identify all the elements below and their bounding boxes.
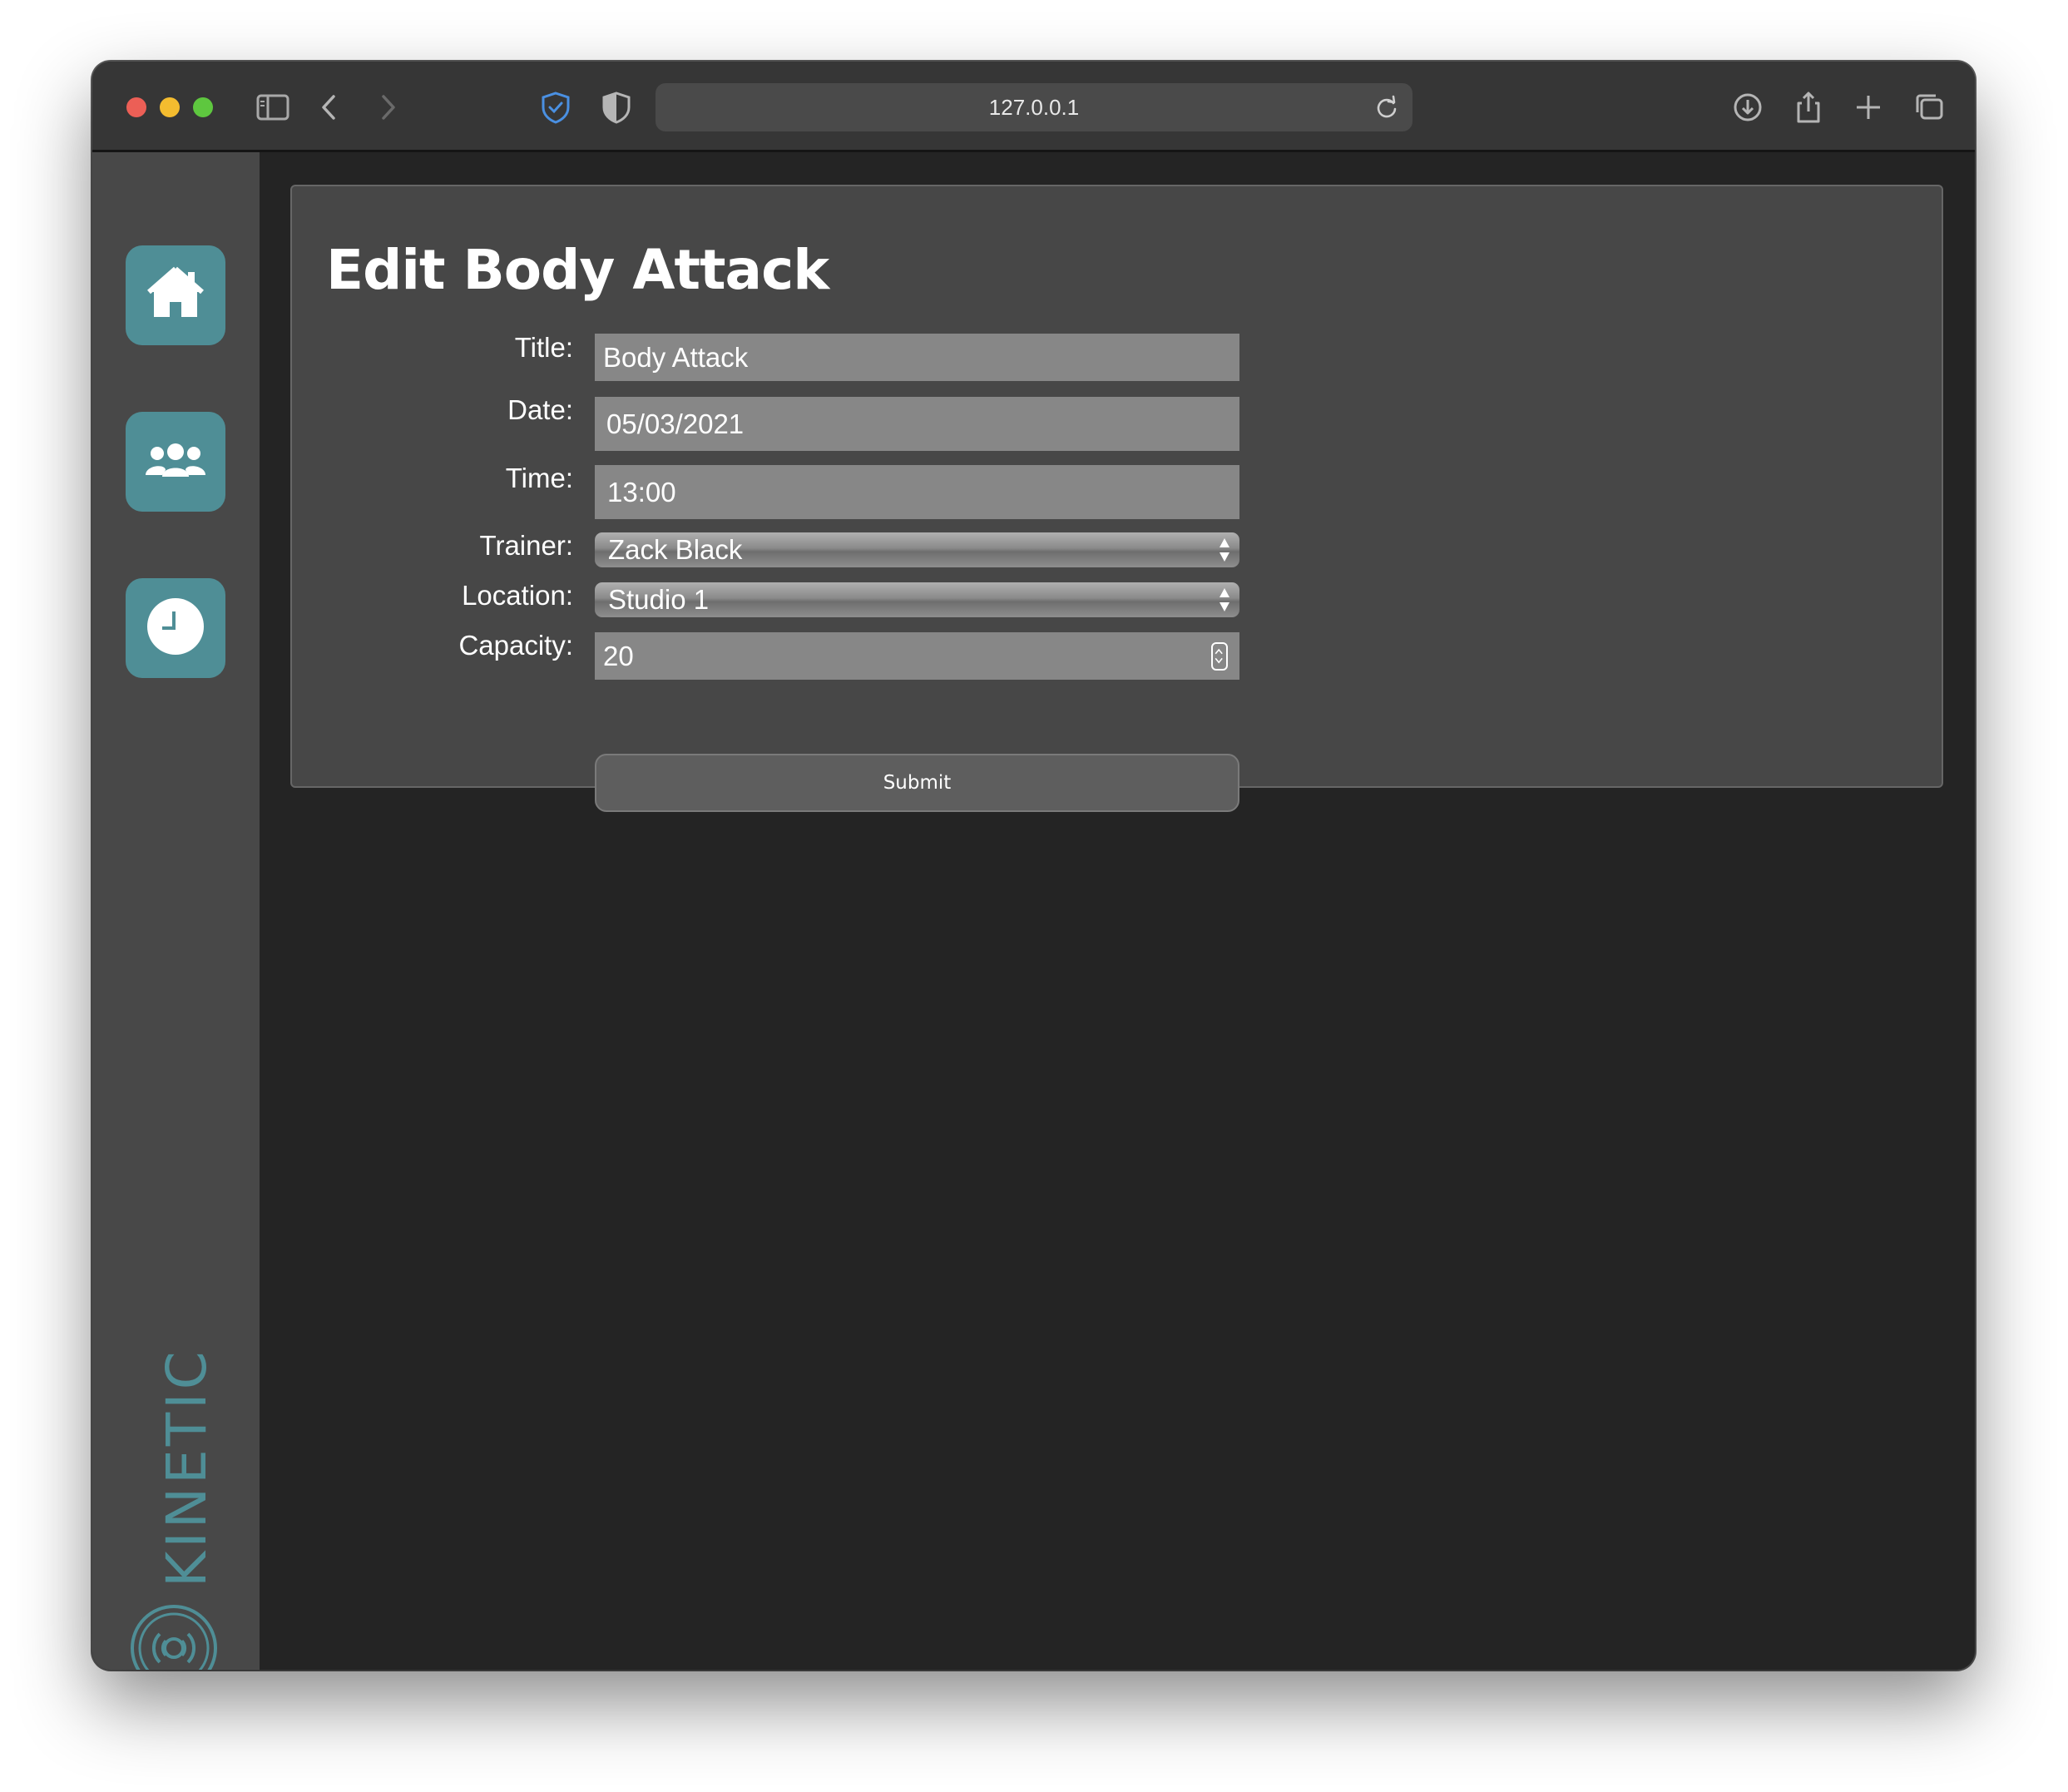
users-icon	[142, 427, 209, 498]
privacy-shield-icon[interactable]	[535, 87, 576, 128]
address-bar[interactable]: 127.0.0.1	[656, 83, 1412, 131]
brand-wordmark: KINETIC	[155, 1348, 219, 1587]
location-select[interactable]: Studio 1	[595, 582, 1239, 617]
new-tab-icon[interactable]	[1848, 87, 1889, 128]
number-stepper-icon[interactable]	[1211, 642, 1228, 671]
url-text: 127.0.0.1	[988, 95, 1080, 120]
sidebar-toggle-icon[interactable]	[252, 87, 294, 128]
date-label: Date:	[507, 394, 573, 425]
downloads-icon[interactable]	[1727, 87, 1769, 128]
browser-toolbar: 127.0.0.1	[92, 62, 1975, 152]
select-arrows-icon	[1218, 536, 1231, 564]
reload-icon[interactable]	[1373, 93, 1401, 121]
home-icon	[142, 260, 209, 331]
location-selected-value: Studio 1	[608, 584, 710, 615]
browser-window: 127.0.0.1 KINETIC Edit Body Attack Title…	[92, 62, 1975, 1670]
trainer-selected-value: Zack Black	[608, 534, 743, 565]
page-title: Edit Body Attack	[326, 238, 829, 302]
location-label: Location:	[462, 580, 573, 611]
share-icon[interactable]	[1788, 87, 1829, 128]
trainer-label: Trainer:	[479, 530, 573, 561]
title-input[interactable]: Body Attack	[595, 334, 1239, 381]
title-label: Title:	[514, 332, 573, 363]
content-blocker-icon[interactable]	[596, 87, 637, 128]
time-label: Time:	[505, 463, 573, 493]
app-sidebar: KINETIC	[92, 152, 260, 1670]
capacity-input[interactable]: 20	[595, 632, 1239, 680]
brand-logo-icon	[130, 1604, 218, 1670]
capacity-label: Capacity:	[458, 630, 573, 661]
minimize-window-button[interactable]	[160, 97, 180, 117]
clock-icon	[142, 593, 209, 664]
tab-overview-icon[interactable]	[1908, 87, 1950, 128]
close-window-button[interactable]	[126, 97, 146, 117]
capacity-value: 20	[603, 640, 634, 671]
nav-schedule-button[interactable]	[126, 578, 225, 678]
select-arrows-icon	[1218, 586, 1231, 614]
back-arrow-icon[interactable]	[309, 87, 350, 128]
nav-home-button[interactable]	[126, 245, 225, 345]
time-input[interactable]: 13:00	[595, 465, 1239, 519]
forward-arrow-icon[interactable]	[367, 87, 408, 128]
edit-class-panel: Edit Body Attack Title: Body Attack Date…	[290, 185, 1943, 812]
submit-button[interactable]: Submit	[595, 754, 1239, 812]
trainer-select[interactable]: Zack Black	[595, 532, 1239, 567]
nav-members-button[interactable]	[126, 412, 225, 512]
maximize-window-button[interactable]	[193, 97, 213, 117]
date-input[interactable]: 05/03/2021	[595, 397, 1239, 451]
